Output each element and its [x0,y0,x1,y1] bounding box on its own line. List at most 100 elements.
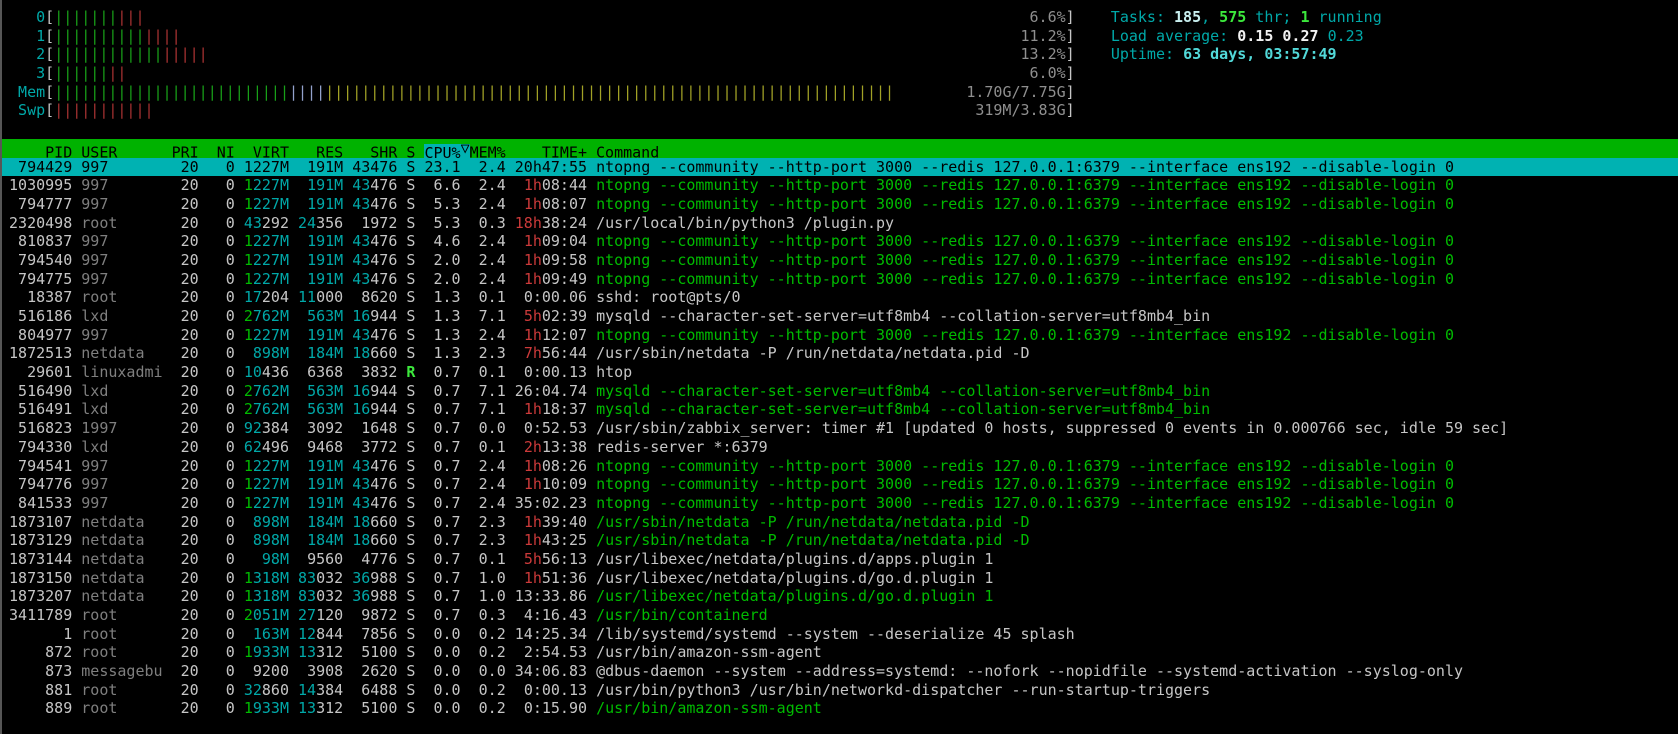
cell-res-text: 6368 [307,363,344,382]
cell-pri-ni-text: 20 0 [162,662,235,681]
cell-shr-text: 43 [352,493,371,512]
process-row-1873129[interactable]: 1873129 netdata 20 0 898M 184M 18660 S 0… [0,531,1678,550]
column-header-cmd[interactable]: Command [596,144,659,158]
process-row-794330[interactable]: 794330 lxd 20 0 62496 9468 3772 S 0.7 0.… [0,438,1678,457]
process-row-3411789[interactable]: 3411789 root 20 0 2051M 27120 9872 S 0.7… [0,606,1678,625]
process-row-794540[interactable]: 794540 997 20 0 1227M 191M 43476 S 2.0 2… [0,251,1678,270]
process-row-1873150[interactable]: 1873150 netdata 20 0 1318M 83032 36988 S… [0,569,1678,588]
cell-cpu: 0.0 [415,643,460,661]
cell-res-text [289,681,298,699]
process-row-2320498[interactable]: 2320498 root 20 0 43292 24356 1972 S 5.3… [0,214,1678,233]
process-row-516490[interactable]: 516490 lxd 20 0 2762M 563M 16944 S 0.7 7… [0,382,1678,401]
process-row-29601[interactable]: 29601 linuxadmi 20 0 10436 6368 3832 R 0… [0,363,1678,382]
meter-label: 3 [0,64,46,83]
column-header-shr[interactable]: SHR [352,144,397,158]
process-row-810837[interactable]: 810837 997 20 0 1227M 191M 43476 S 4.6 2… [0,232,1678,251]
cell-command-text: ntopng --community --http-port 3000 --re… [596,475,1454,494]
cell-shr-text [352,625,361,643]
column-header-user[interactable]: USER [81,144,162,158]
process-row-804977[interactable]: 804977 997 20 0 1227M 191M 43476 S 1.3 2… [0,326,1678,345]
cell-time-text [506,176,515,194]
cell-cpu-text: 0.7 [415,587,461,606]
cell-virt-text: 227M [252,493,289,512]
cell-pid: 873 [0,662,72,680]
cell-shr: 43476 [343,158,397,176]
cell-time-text [506,344,515,362]
cell-user-text: 997 [81,493,163,512]
process-row-516823[interactable]: 516823 1997 20 0 92384 3092 1648 S 0.7 0… [0,419,1678,438]
cell-user: netdata [81,587,162,605]
cell-res-text [289,457,298,475]
process-row-1[interactable]: 1 root 20 0 163M 12844 7856 S 0.0 0.2 14… [0,625,1678,644]
process-row-873[interactable]: 873 messagebu 20 0 9200 3908 2620 S 0.0 … [0,662,1678,681]
process-row-516186[interactable]: 516186 lxd 20 0 2762M 563M 16944 S 1.3 7… [0,307,1678,326]
cell-state: S [397,475,415,493]
cell-pid: 794330 [0,438,72,456]
cell-cpu-text: 0.7 [415,606,461,624]
cell-res-text: 13 [298,643,317,662]
meter-open-bracket: [ [45,101,55,120]
column-header-virt[interactable]: VIRT [244,144,289,158]
cell-res-text: 3908 [307,662,344,681]
process-row-1872513[interactable]: 1872513 netdata 20 0 898M 184M 18660 S 1… [0,344,1678,363]
cell-shr-text [352,681,361,699]
process-row-794776[interactable]: 794776 997 20 0 1227M 191M 43476 S 0.7 2… [0,475,1678,494]
cell-time: 1h09:49 [506,270,587,288]
cell-command-text: /usr/libexec/netdata/plugins.d/apps.plug… [596,549,994,568]
process-row-1030995[interactable]: 1030995 997 20 0 1227M 191M 43476 S 6.6 … [0,176,1678,195]
cell-shr-text: 43 [352,176,371,195]
cell-virt-text [244,625,253,643]
cell-time: 18h38:24 [506,214,587,232]
column-header-ni[interactable]: NI [208,144,235,158]
process-row-18387[interactable]: 18387 root 20 0 17204 11000 8620 S 1.3 0… [0,288,1678,307]
info-text: , [1201,8,1220,26]
cell-pid-text: 516490 [0,381,73,400]
process-row-1873207[interactable]: 1873207 netdata 20 0 1318M 83032 36988 S… [0,587,1678,606]
process-row-794775[interactable]: 794775 997 20 0 1227M 191M 43476 S 2.0 2… [0,270,1678,289]
process-row-872[interactable]: 872 root 20 0 1933M 13312 5100 S 0.0 0.2… [0,643,1678,662]
info-text: 0.23 [1327,26,1364,45]
col-gap-text [72,494,81,512]
cell-res-text [289,176,298,194]
process-row-841533[interactable]: 841533 997 20 0 1227M 191M 43476 S 0.7 2… [0,494,1678,513]
cell-shr: 16944 [343,307,397,325]
cell-res-text [298,176,307,194]
process-row-516491[interactable]: 516491 lxd 20 0 2762M 563M 16944 S 0.7 7… [0,400,1678,419]
cell-cpu-text: 0.7 [415,419,461,438]
process-row-881[interactable]: 881 root 20 0 32860 14384 6488 S 0.0 0.2… [0,681,1678,700]
cell-res-text [298,662,307,680]
process-row-794429[interactable]: 794429 997 20 0 1227M 191M 43476 S 23.1 … [0,157,1678,177]
cell-virt-text [244,662,253,680]
process-row-1873144[interactable]: 1873144 netdata 20 0 98M 9560 4776 S 0.7… [0,550,1678,569]
cell-res-text [298,400,307,418]
meter-label: Swp [0,101,46,120]
cell-command-text [587,326,596,344]
cell-virt: 2762M [235,382,289,400]
column-header-mem[interactable]: MEM% [470,144,506,158]
cell-cpu-text: 0.7 [415,456,461,475]
cell-time-text [506,158,515,176]
cell-command: /usr/bin/amazon-ssm-agent [587,699,822,717]
column-header-res[interactable]: RES [298,144,343,158]
cell-time-text [515,270,524,288]
cell-time: 0:00.06 [506,288,587,306]
cell-time-text: 09:58 [541,250,588,269]
cell-shr-text: 7856 [361,624,398,643]
col-gap [72,382,81,400]
process-row-794777[interactable]: 794777 997 20 0 1227M 191M 43476 S 5.3 2… [0,195,1678,214]
column-header-time[interactable]: TIME+ [515,144,587,158]
cell-shr: 3832 [343,363,397,381]
cell-pid-text: 1873150 [0,568,73,587]
col-gap [72,475,81,493]
process-row-889[interactable]: 889 root 20 0 1933M 13312 5100 S 0.0 0.2… [0,699,1678,718]
column-header-pid[interactable]: PID [0,144,72,158]
cell-user-text: 997 [81,269,163,288]
column-header-cpu-sorted[interactable]: CPU%▽ [424,139,470,158]
process-row-1873107[interactable]: 1873107 netdata 20 0 898M 184M 18660 S 0… [0,513,1678,532]
cell-command-text [587,550,596,568]
cell-virt-text: 227M [252,194,289,213]
process-row-794541[interactable]: 794541 997 20 0 1227M 191M 43476 S 0.7 2… [0,457,1678,476]
cell-shr: 5100 [343,643,397,661]
column-header-pri[interactable]: PRI [172,144,199,158]
cell-shr-text: 5100 [361,699,398,718]
